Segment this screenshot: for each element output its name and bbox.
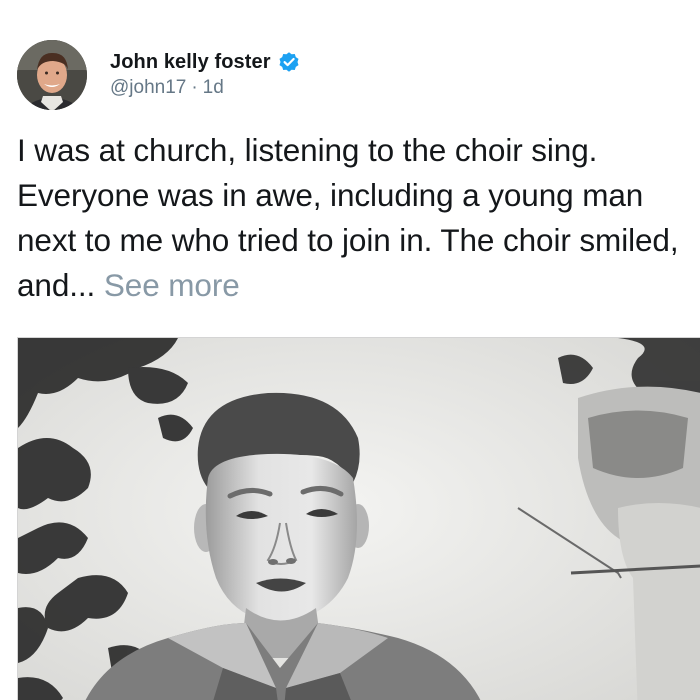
avatar-photo-icon	[17, 40, 87, 110]
author-names: John kelly foster @john17 · 1d	[110, 47, 301, 99]
tweet-header: John kelly foster @john17 · 1d	[17, 39, 301, 111]
tweet-media-photo[interactable]	[17, 337, 700, 700]
name-row: John kelly foster	[110, 47, 301, 77]
tweet-card[interactable]: John kelly foster @john17 · 1d I was at …	[0, 0, 700, 700]
author-avatar[interactable]	[17, 40, 87, 110]
photo-icon	[18, 338, 700, 700]
verified-badge-icon	[277, 50, 301, 74]
see-more-link[interactable]: See more	[104, 267, 240, 303]
meta-row: @john17 · 1d	[110, 77, 301, 99]
author-display-name[interactable]: John kelly foster	[110, 51, 271, 74]
tweet-text: I was at church, listening to the choir …	[17, 128, 697, 308]
tweet-timestamp[interactable]: 1d	[203, 77, 224, 99]
meta-separator: ·	[191, 77, 198, 98]
author-handle[interactable]: @john17	[110, 77, 186, 99]
